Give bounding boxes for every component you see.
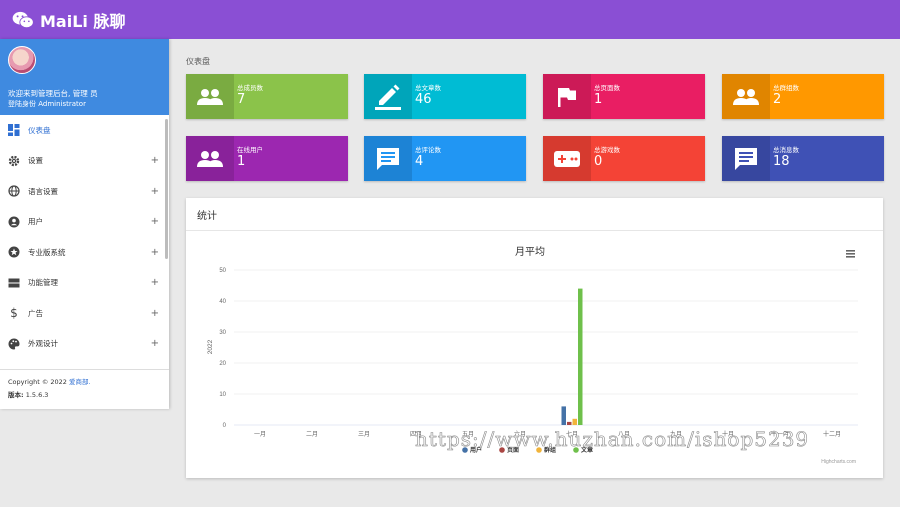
sidebar-menu: 仪表盘 设置 + 语言设置 + 用户 + 专业版系统 + 功能管理 + $ 广告… bbox=[0, 115, 169, 359]
people-icon bbox=[197, 150, 223, 167]
dashboard-icon bbox=[8, 124, 20, 137]
chart-menu-icon[interactable] bbox=[846, 250, 855, 258]
chart-bar[interactable] bbox=[567, 421, 572, 425]
x-tick-label: 一月 bbox=[254, 431, 266, 438]
stat-value: 1 bbox=[594, 92, 603, 107]
stat-label: 在线用户 bbox=[237, 146, 263, 154]
copyright-text: Copyright © 2022 bbox=[8, 378, 67, 386]
stat-card-pages[interactable]: 总页面数 1 bbox=[543, 74, 705, 119]
globe-icon bbox=[8, 185, 20, 197]
wechat-icon bbox=[12, 11, 34, 28]
top-bar: MaiLi 脉聊 bbox=[0, 0, 900, 39]
stat-card-messages[interactable]: 总消息数 18 bbox=[722, 136, 884, 181]
sidebar-item-label: 设置 bbox=[28, 156, 43, 166]
y-tick-label: 0 bbox=[223, 423, 227, 429]
sidebar-item-language[interactable]: 语言设置 + bbox=[0, 176, 169, 207]
palette-icon bbox=[8, 338, 20, 350]
expand-icon: + bbox=[150, 338, 159, 350]
page-title: 仪表盘 bbox=[186, 57, 210, 66]
message-icon bbox=[735, 147, 757, 170]
sidebar-item-features[interactable]: 功能管理 + bbox=[0, 268, 169, 299]
y-tick-label: 50 bbox=[219, 268, 226, 274]
sidebar-item-label: 用户 bbox=[28, 217, 43, 227]
gear-icon bbox=[8, 155, 20, 166]
server-icon bbox=[8, 278, 20, 288]
stat-label: 总页面数 bbox=[594, 84, 620, 92]
stat-label: 总成员数 bbox=[237, 84, 263, 92]
stat-card-comments[interactable]: 总评论数 4 bbox=[364, 136, 526, 181]
profile-card: 欢迎来到管理后台, 管理 员 登陆身份 Administrator bbox=[0, 39, 169, 115]
group-icon bbox=[733, 88, 759, 105]
stat-card-games[interactable]: 总游戏数 0 bbox=[543, 136, 705, 181]
version-value: 1.5.6.3 bbox=[25, 391, 49, 399]
sidebar-item-label: 语言设置 bbox=[28, 186, 58, 196]
people-icon bbox=[197, 88, 223, 105]
pencil-icon bbox=[375, 84, 401, 110]
chart-title: 月平均 bbox=[515, 246, 545, 258]
stat-card-members[interactable]: 总成员数 7 bbox=[186, 74, 348, 119]
stat-label: 总消息数 bbox=[773, 146, 799, 154]
sidebar-item-label: 广告 bbox=[28, 308, 43, 318]
chart-bar[interactable] bbox=[561, 406, 567, 425]
stat-card-groups[interactable]: 总群组数 2 bbox=[722, 74, 884, 119]
y-tick-label: 10 bbox=[219, 392, 226, 398]
stat-label: 总游戏数 bbox=[594, 146, 620, 154]
user-icon bbox=[8, 216, 20, 228]
y-tick-label: 30 bbox=[219, 330, 226, 336]
expand-icon: + bbox=[150, 216, 159, 228]
sidebar-item-label: 专业版系统 bbox=[28, 247, 66, 257]
dollar-icon: $ bbox=[10, 306, 18, 321]
sidebar-item-design[interactable]: 外观设计 + bbox=[0, 329, 169, 360]
y-tick-label: 20 bbox=[219, 361, 226, 367]
sidebar: 欢迎来到管理后台, 管理 员 登陆身份 Administrator 仪表盘 设置… bbox=[0, 39, 169, 409]
expand-icon: + bbox=[150, 246, 159, 258]
gamepad-icon bbox=[554, 150, 580, 167]
chart-bar[interactable] bbox=[572, 418, 578, 425]
x-tick-label: 十二月 bbox=[823, 430, 841, 438]
sidebar-item-label: 功能管理 bbox=[28, 278, 58, 288]
version-label: 版本: bbox=[8, 391, 24, 399]
stat-value: 46 bbox=[415, 92, 432, 107]
y-axis-label: 2022 bbox=[207, 339, 214, 354]
expand-icon: + bbox=[150, 277, 159, 289]
avatar[interactable] bbox=[8, 46, 36, 74]
flag-icon bbox=[558, 87, 576, 107]
welcome-text: 欢迎来到管理后台, 管理 员 bbox=[8, 89, 98, 98]
app-title[interactable]: MaiLi 脉聊 bbox=[40, 8, 125, 32]
sidebar-item-ads[interactable]: $ 广告 + bbox=[0, 298, 169, 329]
sidebar-item-label: 仪表盘 bbox=[28, 125, 51, 135]
role-text: 登陆身份 Administrator bbox=[8, 100, 86, 108]
expand-icon: + bbox=[150, 155, 159, 167]
stat-value: 0 bbox=[594, 154, 603, 169]
sidebar-item-label: 外观设计 bbox=[28, 339, 58, 349]
expand-icon: + bbox=[150, 307, 159, 319]
sidebar-item-settings[interactable]: 设置 + bbox=[0, 146, 169, 177]
stat-value: 18 bbox=[773, 154, 790, 169]
stat-value: 7 bbox=[237, 92, 246, 107]
stat-value: 2 bbox=[773, 92, 782, 107]
sidebar-item-users[interactable]: 用户 + bbox=[0, 207, 169, 238]
sidebar-footer: Copyright © 2022 爱商部. 版本: 1.5.6.3 bbox=[0, 369, 169, 409]
panel-title: 统计 bbox=[186, 198, 883, 231]
stat-label: 总文章数 bbox=[415, 84, 441, 92]
stat-card-online-users[interactable]: 在线用户 1 bbox=[186, 136, 348, 181]
x-tick-label: 三月 bbox=[358, 431, 370, 438]
stat-value: 4 bbox=[415, 154, 424, 169]
stat-value: 1 bbox=[237, 154, 246, 169]
y-tick-label: 40 bbox=[219, 299, 226, 305]
x-tick-label: 二月 bbox=[306, 431, 318, 438]
sidebar-scrollbar[interactable] bbox=[165, 119, 168, 259]
chart-bar[interactable] bbox=[578, 288, 583, 425]
sidebar-item-pro[interactable]: 专业版系统 + bbox=[0, 237, 169, 268]
watermark-text: https://www.huzhan.com/ishop5239 bbox=[415, 427, 810, 452]
comment-icon bbox=[377, 147, 399, 170]
company-link[interactable]: 爱商部. bbox=[69, 378, 91, 386]
stat-label: 总群组数 bbox=[773, 84, 799, 92]
chart-credit[interactable]: Highcharts.com bbox=[821, 459, 856, 465]
expand-icon: + bbox=[150, 185, 159, 197]
stat-label: 总评论数 bbox=[415, 146, 441, 154]
stat-card-articles[interactable]: 总文章数 46 bbox=[364, 74, 526, 119]
sidebar-item-dashboard[interactable]: 仪表盘 bbox=[0, 115, 169, 146]
star-icon bbox=[8, 246, 20, 258]
